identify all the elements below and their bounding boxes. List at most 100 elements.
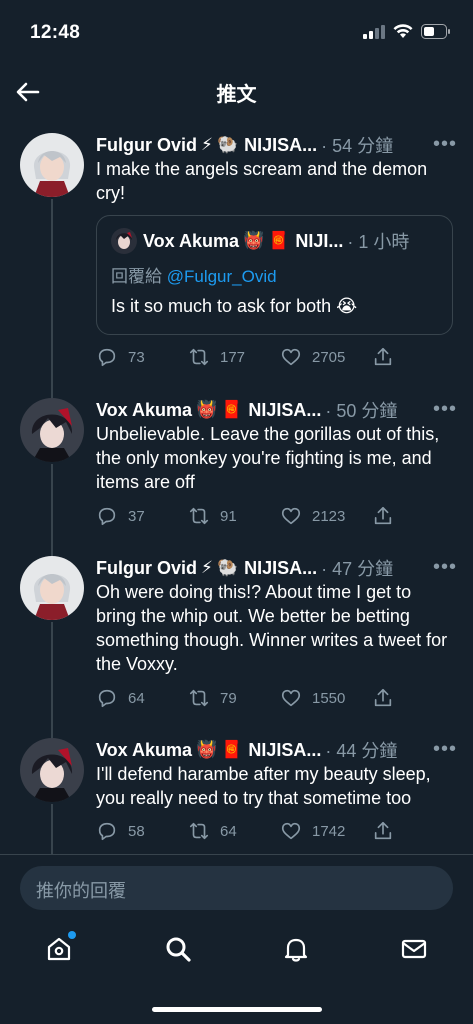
like-button[interactable]: 1742	[280, 820, 372, 842]
tweet-header: Fulgur Ovid ⚡ 🐏 NIJISA... · 47 分鐘	[96, 556, 453, 580]
reply-button[interactable]: 37	[96, 505, 188, 527]
tweet-actions: 37 91 2123	[96, 504, 403, 528]
retweet-button[interactable]: 91	[188, 505, 280, 527]
quote-reply-line: 回覆給 @Fulgur_Ovid	[111, 262, 277, 287]
share-button[interactable]	[372, 346, 402, 368]
signal-icon	[363, 24, 385, 39]
quote-avatar	[111, 228, 137, 254]
reply-button[interactable]: 73	[96, 346, 188, 368]
display-name[interactable]: Vox Akuma	[96, 400, 192, 421]
more-options-button[interactable]: •••	[433, 398, 457, 421]
tweet-actions: 58 64 1742	[96, 819, 403, 843]
thread-line	[51, 622, 53, 740]
red-envelope-emoji: 🧧	[268, 231, 290, 250]
like-button[interactable]: 2705	[280, 346, 372, 368]
divider	[0, 854, 473, 855]
share-icon	[374, 688, 392, 707]
tweet-text: Unbelievable. Leave the gorillas out of …	[96, 424, 440, 492]
compose-placeholder: 推你的回覆	[36, 881, 126, 901]
home-indicator	[152, 1007, 322, 1012]
sheep-emoji: 🐏	[216, 135, 239, 154]
more-options-button[interactable]: •••	[433, 738, 457, 761]
tweet-header: Fulgur Ovid ⚡ 🐏 NIJISA... · 54 分鐘	[96, 133, 453, 157]
like-button[interactable]: 1550	[280, 687, 372, 709]
status-bar: 12:48	[0, 0, 473, 70]
red-envelope-emoji: 🧧	[221, 740, 243, 759]
tweet[interactable]: Vox Akuma 👹 🧧 NIJISA... · 50 分鐘 ••• Unbe…	[0, 398, 473, 556]
share-icon	[374, 347, 392, 366]
tab-home[interactable]	[44, 931, 76, 964]
display-name[interactable]: Fulgur Ovid	[96, 558, 197, 579]
avatar[interactable]	[20, 556, 84, 620]
handle-truncated: NIJISA...	[248, 739, 322, 760]
share-button[interactable]	[372, 820, 402, 842]
tweet-text: Oh were doing this!? About time I get to…	[96, 582, 448, 674]
timestamp: · 47 分鐘	[321, 559, 394, 579]
tab-notifications[interactable]	[281, 934, 311, 964]
quote-header: Vox Akuma 👹 🧧 NIJI... · 1 小時	[111, 228, 409, 254]
retweet-icon	[189, 507, 209, 525]
red-envelope-emoji: 🧧	[221, 400, 243, 419]
tweet-header: Vox Akuma 👹 🧧 NIJISA... · 50 分鐘	[96, 398, 453, 422]
avatar[interactable]	[20, 738, 84, 802]
like-count: 1742	[312, 822, 346, 840]
retweet-button[interactable]: 177	[188, 346, 280, 368]
reply-icon	[98, 822, 116, 841]
like-count: 2123	[312, 507, 346, 525]
more-options-button[interactable]: •••	[433, 133, 457, 156]
reply-button[interactable]: 58	[96, 820, 188, 842]
retweet-icon	[189, 822, 209, 840]
ogre-emoji: 👹	[196, 740, 218, 759]
retweet-icon	[189, 348, 209, 366]
tab-search[interactable]	[163, 934, 193, 964]
quote-handle-truncated: NIJI...	[295, 230, 344, 251]
timestamp: · 50 分鐘	[325, 401, 398, 421]
thread-line	[51, 464, 53, 556]
reply-count: 58	[128, 822, 145, 840]
retweet-count: 91	[220, 507, 237, 525]
avatar[interactable]	[20, 398, 84, 462]
quoted-tweet[interactable]: Vox Akuma 👹 🧧 NIJI... · 1 小時 回覆給 @Fulgur…	[96, 215, 453, 335]
share-icon	[374, 506, 392, 525]
wifi-icon	[393, 24, 413, 38]
avatar[interactable]	[20, 133, 84, 197]
share-button[interactable]	[372, 505, 402, 527]
like-count: 2705	[312, 348, 346, 366]
thread-line	[51, 804, 53, 854]
retweet-icon	[189, 689, 209, 707]
lightning-emoji: ⚡	[201, 558, 213, 577]
heart-icon	[281, 689, 301, 707]
more-options-button[interactable]: •••	[433, 556, 457, 579]
bell-icon	[284, 938, 308, 962]
share-button[interactable]	[372, 687, 402, 709]
status-time: 12:48	[30, 22, 81, 43]
tweet-text: I make the angels scream and the demon c…	[96, 159, 428, 203]
tweet[interactable]: Vox Akuma 👹 🧧 NIJISA... · 44 分鐘 ••• I'll…	[0, 738, 473, 854]
page-header: 推文	[0, 70, 473, 114]
display-name[interactable]: Vox Akuma	[96, 740, 192, 761]
retweet-button[interactable]: 64	[188, 820, 280, 842]
status-icons	[363, 24, 451, 39]
mention-link[interactable]: @Fulgur_Ovid	[167, 267, 277, 286]
reply-count: 64	[128, 689, 145, 707]
retweet-count: 177	[220, 348, 246, 366]
reply-compose-field[interactable]: 推你的回覆	[20, 866, 453, 910]
home-icon	[47, 937, 71, 961]
reply-count: 73	[128, 348, 145, 366]
share-icon	[374, 821, 392, 840]
reply-button[interactable]: 64	[96, 687, 188, 709]
tweet[interactable]: Fulgur Ovid ⚡ 🐏 NIJISA... · 47 分鐘 ••• Oh…	[0, 556, 473, 740]
lightning-emoji: ⚡	[201, 135, 213, 154]
reply-icon	[98, 689, 116, 708]
handle-truncated: NIJISA...	[244, 134, 318, 155]
retweet-button[interactable]: 79	[188, 687, 280, 709]
display-name[interactable]: Fulgur Ovid	[96, 135, 197, 156]
heart-icon	[281, 348, 301, 366]
tweet[interactable]: Fulgur Ovid ⚡ 🐏 NIJISA... · 54 分鐘 ••• I …	[0, 133, 473, 399]
tab-messages[interactable]	[399, 934, 429, 964]
reply-count: 37	[128, 507, 145, 525]
reply-prefix: 回覆給	[111, 267, 162, 286]
timestamp: · 44 分鐘	[325, 741, 398, 761]
tweet-actions: 64 79 1550	[96, 686, 403, 710]
like-button[interactable]: 2123	[280, 505, 372, 527]
